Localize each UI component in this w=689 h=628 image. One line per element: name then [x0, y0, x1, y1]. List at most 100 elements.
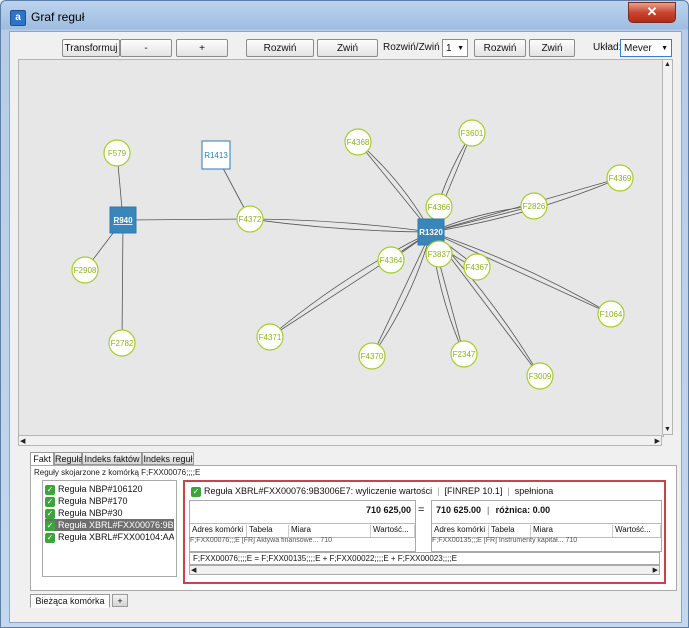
graph-node-f4367[interactable]: F4367 — [463, 253, 491, 281]
collapse-button[interactable]: Zwiń — [529, 39, 575, 57]
graph-node-label: F4368 — [347, 138, 370, 147]
graph-node-f3837[interactable]: F3837 — [425, 240, 453, 268]
left-operand-table[interactable]: 710 625,00 Adres komórki Tabela Miara Wa… — [189, 500, 416, 552]
rule-graph-window: a Graf reguł ✕ Transformuj - + Rozwiń ws… — [0, 0, 689, 628]
formula-scrollbar[interactable]: ◀ ▶ — [189, 565, 660, 575]
graph-node-label: F4371 — [259, 333, 282, 342]
equals-sign: = — [418, 504, 425, 516]
check-icon: ✓ — [45, 496, 55, 507]
rule-label: Reguła XBRL#FXX00104:AA52D4E — [58, 532, 174, 542]
expand-button[interactable]: Rozwiń — [474, 39, 526, 57]
column-header[interactable]: Wartość... — [371, 525, 415, 537]
zoom-in-button[interactable]: + — [176, 39, 228, 57]
table-header: Adres komórki Tabela Miara Wartość... — [190, 523, 415, 538]
vertical-scrollbar[interactable]: ▲ ▼ — [662, 59, 673, 435]
expand-by-spinner[interactable]: 1 ▼ — [442, 39, 468, 57]
graph-node-f3009[interactable]: F3009 — [526, 362, 554, 390]
add-tab-button[interactable]: + — [112, 594, 128, 607]
spinner-arrow-icon[interactable]: ▼ — [457, 40, 464, 57]
graph-node-r1413[interactable]: R1413 — [201, 140, 231, 170]
rule-status: spełniona — [514, 486, 554, 496]
rule-detail-box: ✓ Reguła XBRL#FXX00076:9B3006E7: wyliczen… — [183, 480, 666, 584]
graph-edge — [121, 219, 124, 344]
tab-fact-index[interactable]: Indeks faktów — [82, 452, 142, 465]
graph-node-f4366[interactable]: F4366 — [425, 193, 453, 221]
graph-node-label: F2826 — [523, 202, 546, 211]
tab-fact[interactable]: Fakt — [30, 452, 54, 466]
graph-node-f2347[interactable]: F2347 — [450, 340, 478, 368]
graph-edge — [430, 231, 612, 315]
transform-button[interactable]: Transformuj — [62, 39, 120, 57]
graph-node-f4372[interactable]: F4372 — [236, 205, 264, 233]
rules-list[interactable]: ✓ Reguła NBP#106120 ✓ Reguła NBP#170 ✓ Regu… — [42, 480, 177, 577]
horizontal-scrollbar[interactable]: ◀ ▶ — [18, 435, 662, 446]
right-value-summary: 710 625.00 | różnica: 0.00 — [436, 505, 551, 515]
column-header[interactable]: Adres komórki — [190, 525, 247, 537]
tab-rule[interactable]: Reguła — [54, 452, 84, 465]
expand-all-button[interactable]: Rozwiń wszystkie — [246, 39, 314, 71]
formula-field[interactable]: F;FXX00076;;;;E = F;FXX00135;;;;E + F;FX… — [189, 552, 660, 565]
graph-edge — [269, 231, 432, 338]
graph-node-f4369[interactable]: F4369 — [606, 164, 634, 192]
graph-node-r940[interactable]: R940 — [109, 206, 137, 234]
close-button[interactable]: ✕ — [628, 2, 676, 23]
layout-label: Układ: — [593, 42, 622, 53]
associated-rules-caption: Reguły skojarzone z komórką F;FXX00076;;… — [34, 468, 201, 477]
graph-node-f4371[interactable]: F4371 — [256, 323, 284, 351]
fact-tab-body: Reguły skojarzone z komórką F;FXX00076;;… — [30, 465, 677, 591]
tab-rule-index[interactable]: Indeks reguł — [142, 452, 194, 465]
graph-node-f2782[interactable]: F2782 — [108, 329, 136, 357]
expand-by-label: Rozwiń/Zwiń o: — [383, 42, 451, 53]
list-item[interactable]: ✓ Reguła NBP#170 — [45, 495, 174, 507]
list-item[interactable]: ✓ Reguła NBP#106120 — [45, 483, 174, 495]
column-header[interactable]: Tabela — [247, 525, 289, 537]
graph-node-label: F1064 — [600, 310, 623, 319]
graph-node-label: F4369 — [609, 174, 632, 183]
graph-node-f2826[interactable]: F2826 — [520, 192, 548, 220]
dropdown-arrow-icon[interactable]: ▼ — [661, 40, 668, 57]
list-item[interactable]: ✓ Reguła NBP#30 — [45, 507, 174, 519]
graph-node-f1064[interactable]: F1064 — [597, 300, 625, 328]
column-header[interactable]: Tabela — [489, 525, 531, 537]
rule-graph-canvas[interactable]: F579 R1413 R940 F4372 F2908 F2782 F4368 F3601 F4… — [18, 59, 664, 437]
layout-select[interactable]: Mever ▼ — [620, 39, 672, 57]
scroll-left-icon[interactable]: ◀ — [191, 566, 196, 574]
scroll-right-icon[interactable]: ▶ — [653, 566, 658, 574]
graph-node-f4370[interactable]: F4370 — [358, 342, 386, 370]
list-item-selected[interactable]: ✓Reguła XBRL#FXX00076:9B3006E7 — [45, 519, 174, 531]
right-operand-table[interactable]: 710 625.00 | różnica: 0.00 Adres komórki T… — [431, 500, 662, 552]
graph-node-label: R1320 — [419, 228, 443, 237]
tab-current-cell[interactable]: Bieżąca komórka — [30, 594, 110, 608]
expand-by-value: 1 — [446, 43, 452, 54]
column-header[interactable]: Miara — [531, 525, 613, 537]
list-item[interactable]: ✓Reguła XBRL#FXX00104:AA52D4E — [45, 531, 174, 543]
rule-label: Reguła NBP#30 — [58, 508, 123, 518]
table-row[interactable]: F;FXX00135;;;E [FR] Instrumenty kapitał.… — [432, 537, 661, 545]
client-area: Transformuj - + Rozwiń wszystkie Zwiń ws… — [9, 31, 682, 623]
graph-svg[interactable]: F579 R1413 R940 F4372 F2908 F2782 F4368 F3601 F4… — [19, 60, 663, 436]
graph-node-f579[interactable]: F579 — [103, 139, 131, 167]
scroll-down-icon[interactable]: ▼ — [664, 426, 671, 433]
table-row[interactable]: F;FXX00076;;;E [FR] Aktywa finansowe... … — [190, 537, 415, 545]
graph-node-label: R940 — [113, 216, 133, 225]
scroll-up-icon[interactable]: ▲ — [664, 61, 671, 68]
column-header[interactable]: Adres komórki — [432, 525, 489, 537]
graph-node-label: F4372 — [239, 215, 262, 224]
graph-node-f4368[interactable]: F4368 — [344, 128, 372, 156]
scroll-right-icon[interactable]: ▶ — [655, 437, 660, 445]
column-header[interactable]: Miara — [289, 525, 371, 537]
title-bar[interactable]: a Graf reguł ✕ — [1, 1, 688, 31]
scroll-left-icon[interactable]: ◀ — [20, 437, 25, 445]
graph-node-f3601[interactable]: F3601 — [458, 119, 486, 147]
graph-node-f2908[interactable]: F2908 — [71, 256, 99, 284]
left-value: 710 625,00 — [365, 505, 411, 515]
collapse-all-button[interactable]: Zwiń wszystkie — [317, 39, 378, 71]
rule-label: Reguła NBP#170 — [58, 496, 128, 506]
layout-value: Mever — [624, 43, 652, 54]
column-header[interactable]: Wartość... — [613, 525, 661, 537]
zoom-out-button[interactable]: - — [120, 39, 172, 57]
check-icon: ✓ — [45, 532, 55, 543]
graph-node-label: F579 — [108, 149, 127, 158]
graph-node-f4364[interactable]: F4364 — [377, 246, 405, 274]
app-icon: a — [10, 10, 26, 26]
